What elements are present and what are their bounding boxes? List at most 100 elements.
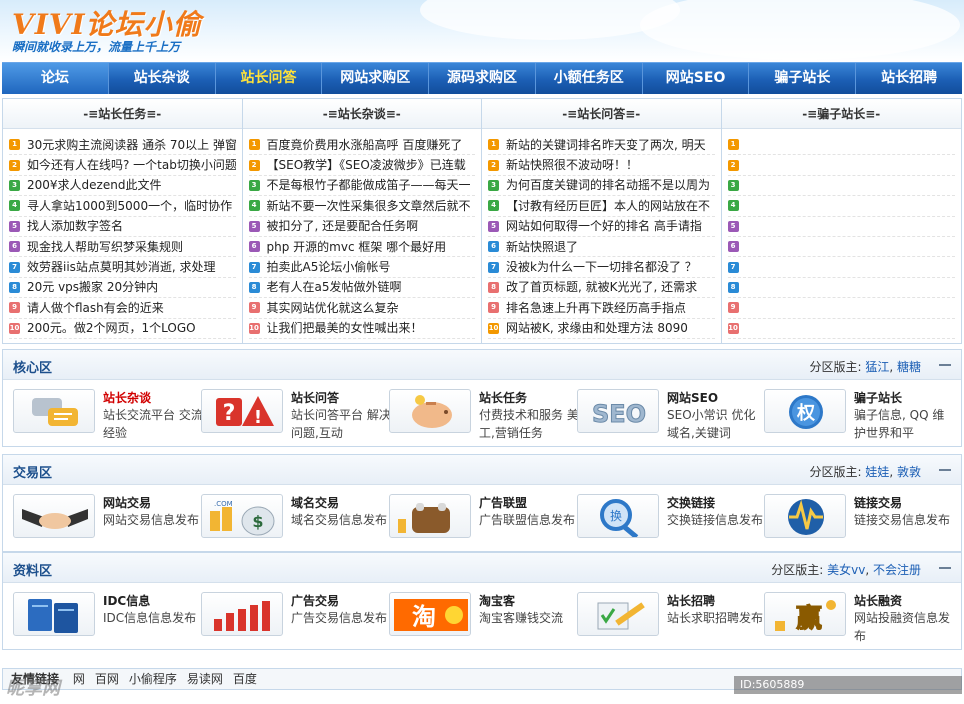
nav-item[interactable]: 站长问答 — [216, 63, 323, 94]
friend-link[interactable]: 百度 — [233, 672, 257, 686]
forum-name[interactable]: 交换链接 — [667, 494, 715, 511]
forum-name[interactable]: 广告联盟 — [479, 494, 527, 511]
forum-entry[interactable]: 站长杂谈 站长交流平台 交流经验 — [13, 389, 203, 440]
topic-item[interactable]: 7 没被k为什么一下一切排名都没了 ？ — [488, 257, 715, 278]
moderator-link[interactable]: 娃娃 — [865, 465, 889, 479]
nav-item[interactable]: 源码求购区 — [429, 63, 536, 94]
topic-link[interactable]: 如今还有人在线吗? 一个tab切换小问题 — [27, 155, 236, 174]
topic-item[interactable]: 5 被扣分了, 还是要配合任务啊 — [248, 217, 475, 237]
section-title[interactable]: 交易区 — [13, 462, 52, 481]
forum-entry[interactable]: 淘 淘宝客 淘宝客赚钱交流 — [389, 592, 577, 642]
nav-item[interactable]: 网站求购区 — [322, 63, 430, 94]
topic-link[interactable]: 让我们把最美的女性喊出来！ — [267, 319, 423, 338]
forum-entry[interactable]: 换 交换链接 交换链接信息发布 — [577, 494, 765, 544]
seo-text-icon[interactable]: SEO — [577, 389, 659, 433]
section-title[interactable]: 资料区 — [13, 560, 52, 579]
nav-item[interactable]: 网站SEO — [643, 63, 750, 94]
topic-item[interactable]: 1 百度竟价费用水涨船高呼 百度赚死了 — [248, 135, 475, 156]
topic-link[interactable]: 网站如何取得一个好的排名 高手请指 — [506, 217, 702, 236]
topic-item[interactable]: 3 为何百度关键词的排名动摇不是以周为 — [488, 176, 715, 197]
topic-link[interactable]: 新站不要一次性采集很多文章然后就不 — [267, 196, 471, 215]
topic-item[interactable]: 9 其实网站优化就这么复杂 — [248, 298, 475, 319]
wallet-icon[interactable] — [389, 494, 471, 538]
topic-link[interactable]: 新站快照退了 — [506, 237, 578, 256]
topic-link[interactable]: php 开源的mvc 框架 哪个最好用 — [267, 237, 447, 256]
forum-entry[interactable]: 广告联盟 广告联盟信息发布 — [389, 494, 577, 544]
topic-link[interactable]: 老有人在a5发帖做外链啊 — [267, 278, 402, 297]
forum-name[interactable]: 站长杂谈 — [103, 389, 151, 406]
topic-item[interactable]: 6 — [727, 237, 955, 258]
bar-chart-icon[interactable] — [201, 592, 283, 636]
forum-name[interactable]: IDC信息 — [103, 592, 150, 609]
forum-name[interactable]: 链接交易 — [854, 494, 902, 511]
topic-link[interactable]: 网站被K, 求缘由和处理方法 8090 — [506, 319, 688, 338]
topic-item[interactable]: 8 改了首页标题, 就被K光光了, 还需求 — [488, 278, 715, 299]
forum-entry[interactable]: 权 骗子站长 骗子信息, QQ 维护世界和平 — [764, 389, 952, 440]
pulse-icon[interactable] — [764, 494, 846, 538]
topic-item[interactable]: 5 找人添加数字签名 — [9, 217, 236, 237]
topic-link[interactable]: 为何百度关键词的排名动摇不是以周为 — [506, 176, 710, 195]
forum-entry[interactable]: 广告交易 广告交易信息发布 — [201, 592, 389, 642]
topic-link[interactable]: 找人添加数字签名 — [27, 217, 123, 236]
section-title[interactable]: 核心区 — [13, 357, 52, 376]
topic-item[interactable]: 9 排名急速上升再下跌经历高手指点 — [488, 298, 715, 319]
nav-item[interactable]: 小额任务区 — [536, 63, 643, 94]
moderator-link[interactable]: 敦敦 — [897, 465, 921, 479]
forum-entry[interactable]: .COM $ 域名交易 域名交易信息发布 — [201, 494, 389, 544]
forum-name[interactable]: 淘宝客 — [479, 592, 515, 609]
topic-link[interactable]: 新站的关键词排名昨天变了两次, 明天 — [506, 135, 706, 154]
magnifier-icon[interactable]: 换 — [577, 494, 659, 538]
topic-link[interactable]: 现金找人帮助写织梦采集规则 — [27, 237, 183, 256]
topic-link[interactable]: 拍卖此A5论坛小偷帐号 — [267, 257, 391, 276]
topic-link[interactable]: 30元求购主流阅读器 通杀 70以上 弹窗 — [27, 135, 236, 154]
forum-entry[interactable]: 网站交易 网站交易信息发布 — [13, 494, 201, 544]
topic-item[interactable]: 5 网站如何取得一个好的排名 高手请指 — [488, 217, 715, 237]
topic-link[interactable]: 20元 vps搬家 20分钟内 — [27, 278, 158, 297]
moderator-link[interactable]: 猛江 — [865, 360, 889, 374]
topic-item[interactable]: 2 【SEO教学】《SEO凌波微步》已连载 — [248, 155, 475, 176]
topic-item[interactable]: 6 现金找人帮助写织梦采集规则 — [9, 237, 236, 258]
handshake-icon[interactable] — [13, 494, 95, 538]
topic-item[interactable]: 6 php 开源的mvc 框架 哪个最好用 — [248, 237, 475, 258]
topic-link[interactable]: 200元。做2个网页，1个LOGO — [27, 319, 196, 338]
forum-name[interactable]: 站长招聘 — [667, 592, 715, 609]
moderator-link[interactable]: 不会注册 — [873, 563, 921, 577]
nav-item[interactable]: 站长杂谈 — [109, 63, 216, 94]
topic-link[interactable]: 寻人拿站1000到5000一个，临时协作 — [27, 196, 232, 215]
topic-item[interactable]: 10 — [727, 319, 955, 339]
topic-item[interactable]: 7 — [727, 257, 955, 278]
topic-item[interactable]: 2 — [727, 155, 955, 176]
pencil-icon[interactable] — [577, 592, 659, 636]
forum-entry[interactable]: 链接交易 链接交易信息发布 — [764, 494, 952, 544]
topic-link[interactable]: 其实网站优化就这么复杂 — [267, 298, 399, 317]
moderator-link[interactable]: 美女vv — [827, 563, 865, 577]
topic-link[interactable]: 【讨教有经历巨匠】本人的网站放在不 — [506, 196, 710, 215]
moderator-link[interactable]: 糖糖 — [897, 360, 921, 374]
forum-name[interactable]: 网站交易 — [103, 494, 151, 511]
topic-item[interactable]: 10 网站被K, 求缘由和处理方法 8090 — [488, 319, 715, 339]
topic-item[interactable]: 4 — [727, 196, 955, 217]
friend-link[interactable]: 易读网 — [187, 672, 223, 686]
topic-item[interactable]: 5 — [727, 217, 955, 237]
topic-item[interactable]: 2 新站快照很不波动呀！！ — [488, 155, 715, 176]
forum-name[interactable]: 站长融资 — [854, 592, 902, 609]
forum-name[interactable]: 站长问答 — [291, 389, 339, 406]
collapse-icon[interactable] — [939, 469, 951, 471]
topic-item[interactable]: 3 200¥求人dezend此文件 — [9, 176, 236, 197]
friend-link[interactable]: 百网 — [95, 672, 119, 686]
topic-link[interactable]: 新站快照很不波动呀！！ — [506, 155, 638, 174]
question-warning-icon[interactable]: ?! — [201, 389, 283, 433]
topic-item[interactable]: 4 新站不要一次性采集很多文章然后就不 — [248, 196, 475, 217]
forum-entry[interactable]: IDC信息 IDC信息信息发布 — [13, 592, 201, 642]
column-title[interactable]: -≡站长问答≡- — [482, 99, 721, 129]
gold-coins-icon[interactable]: 赢 — [764, 592, 846, 636]
forum-name[interactable]: 网站SEO — [667, 389, 718, 406]
piggy-bank-icon[interactable] — [389, 389, 471, 433]
taobao-icon[interactable]: 淘 — [389, 592, 471, 636]
topic-link[interactable]: 效劳器iis站点莫明其妙消逝, 求处理 — [27, 257, 216, 276]
topic-item[interactable]: 3 — [727, 176, 955, 197]
topic-item[interactable]: 9 请人做个flash有会的近来 — [9, 298, 236, 319]
forum-entry[interactable]: 赢 站长融资 网站投融资信息发布 — [764, 592, 952, 643]
topic-item[interactable]: 4 【讨教有经历巨匠】本人的网站放在不 — [488, 196, 715, 217]
site-logo[interactable]: VIVI论坛小偷 — [12, 3, 202, 43]
